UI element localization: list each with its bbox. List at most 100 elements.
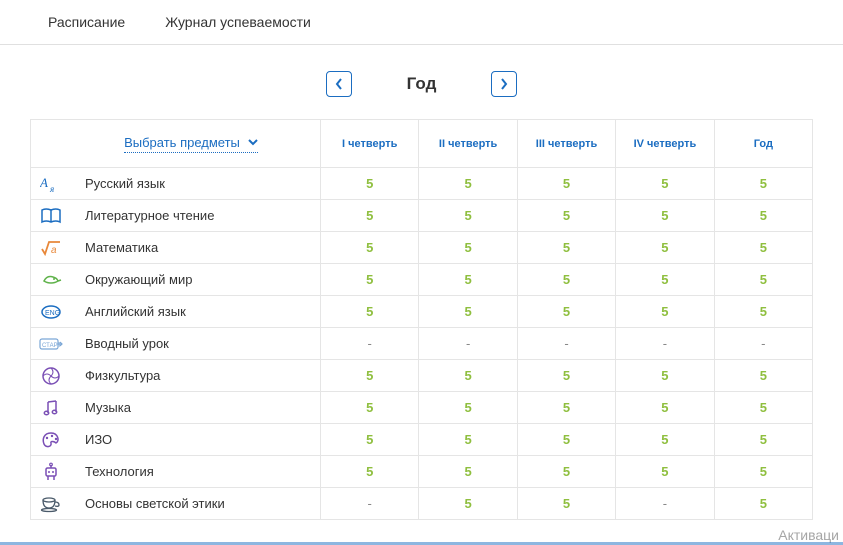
table-row: ENGАнглийский язык55555: [31, 296, 812, 328]
table-row: Технология55555: [31, 456, 812, 488]
grade-cell: 5: [321, 424, 419, 455]
subject-name: Русский язык: [85, 176, 165, 191]
grade-cell: 5: [419, 424, 517, 455]
grade-cell: 5: [419, 296, 517, 327]
grade-cell: 5: [616, 168, 714, 199]
grade-cell: 5: [518, 232, 616, 263]
grade-value: 5: [366, 240, 373, 255]
grade-cell: 5: [518, 456, 616, 487]
table-row: Литературное чтение55555: [31, 200, 812, 232]
grade-cell: 5: [419, 232, 517, 263]
grade-cell: 5: [321, 392, 419, 423]
subject-cell[interactable]: Основы светской этики: [31, 488, 321, 519]
grade-cell: 5: [321, 200, 419, 231]
grade-cell: -: [616, 328, 714, 359]
grade-cell: 5: [321, 264, 419, 295]
grade-cell: 5: [321, 232, 419, 263]
subject-name: Окружающий мир: [85, 272, 192, 287]
start-icon: СТАРТ: [39, 332, 63, 356]
bird-icon: [39, 268, 63, 292]
grade-cell: 5: [518, 168, 616, 199]
grade-cell: 5: [616, 232, 714, 263]
grade-value: 5: [661, 464, 668, 479]
select-subjects-button[interactable]: Выбрать предметы: [124, 135, 258, 153]
grade-value: 5: [366, 208, 373, 223]
grade-cell: 5: [616, 392, 714, 423]
grade-value: 5: [563, 208, 570, 223]
col-header: Год: [754, 138, 773, 150]
svg-text:A: A: [40, 175, 48, 190]
grade-value: 5: [366, 432, 373, 447]
grade-cell: -: [321, 488, 419, 519]
grade-cell: 5: [518, 392, 616, 423]
grade-value: 5: [464, 400, 471, 415]
grade-value: 5: [464, 464, 471, 479]
nav-gradebook[interactable]: Журнал успеваемости: [165, 14, 311, 30]
subject-cell[interactable]: Технология: [31, 456, 321, 487]
grade-value: 5: [563, 240, 570, 255]
grade-value: 5: [760, 272, 767, 287]
grade-cell: 5: [715, 232, 812, 263]
grade-cell: 5: [715, 168, 812, 199]
grade-cell: 5: [419, 456, 517, 487]
grade-value: 5: [464, 176, 471, 191]
grade-value: 5: [563, 496, 570, 511]
grade-cell: 5: [321, 360, 419, 391]
grade-value: 5: [563, 368, 570, 383]
grade-cell: 5: [715, 264, 812, 295]
grade-value: 5: [760, 368, 767, 383]
grade-value: 5: [760, 432, 767, 447]
grade-cell: 5: [419, 360, 517, 391]
grade-value: 5: [661, 368, 668, 383]
grade-cell: 5: [616, 200, 714, 231]
grades-table: Выбрать предметы I четверть II четверть …: [30, 119, 813, 520]
subject-cell[interactable]: Музыка: [31, 392, 321, 423]
grade-value: 5: [464, 272, 471, 287]
subject-cell[interactable]: Aя Русский язык: [31, 168, 321, 199]
grade-value: 5: [661, 432, 668, 447]
grade-cell: 5: [419, 392, 517, 423]
grade-value: 5: [464, 368, 471, 383]
subject-name: Математика: [85, 240, 158, 255]
subject-cell[interactable]: СТАРТВводный урок: [31, 328, 321, 359]
prev-period-button[interactable]: [326, 71, 352, 97]
nav-schedule[interactable]: Расписание: [48, 14, 125, 30]
col-header: II четверть: [439, 138, 497, 150]
palette-icon: [39, 428, 63, 452]
chevron-left-icon: [335, 78, 343, 90]
subject-name: ИЗО: [85, 432, 112, 447]
chevron-right-icon: [500, 78, 508, 90]
grade-value: 5: [661, 400, 668, 415]
grade-cell: 5: [321, 296, 419, 327]
subject-cell[interactable]: Литературное чтение: [31, 200, 321, 231]
grade-value: 5: [464, 240, 471, 255]
grade-value: 5: [464, 304, 471, 319]
subject-name: Английский язык: [85, 304, 186, 319]
grade-cell: 5: [518, 488, 616, 519]
grade-value: 5: [563, 176, 570, 191]
next-period-button[interactable]: [491, 71, 517, 97]
subject-cell[interactable]: ENGАнглийский язык: [31, 296, 321, 327]
grade-value: -: [466, 336, 470, 351]
subject-name: Литературное чтение: [85, 208, 214, 223]
grade-value: 5: [563, 464, 570, 479]
grade-cell: 5: [518, 264, 616, 295]
subject-cell[interactable]: a Математика: [31, 232, 321, 263]
grade-value: 5: [464, 496, 471, 511]
col-header: III четверть: [536, 138, 597, 150]
table-row: Окружающий мир55555: [31, 264, 812, 296]
col-header: I четверть: [342, 138, 397, 150]
table-header-row: Выбрать предметы I четверть II четверть …: [31, 120, 812, 168]
grade-value: 5: [760, 208, 767, 223]
grade-value: 5: [661, 304, 668, 319]
table-row: AяРусский язык55555: [31, 168, 812, 200]
subject-cell[interactable]: ИЗО: [31, 424, 321, 455]
table-row: ИЗО55555: [31, 424, 812, 456]
sqrt-icon: a: [39, 236, 63, 260]
svg-text:я: я: [49, 184, 54, 194]
subject-cell[interactable]: Окружающий мир: [31, 264, 321, 295]
grade-cell: 5: [616, 360, 714, 391]
subject-name: Музыка: [85, 400, 131, 415]
grade-value: 5: [563, 400, 570, 415]
subject-cell[interactable]: Физкультура: [31, 360, 321, 391]
